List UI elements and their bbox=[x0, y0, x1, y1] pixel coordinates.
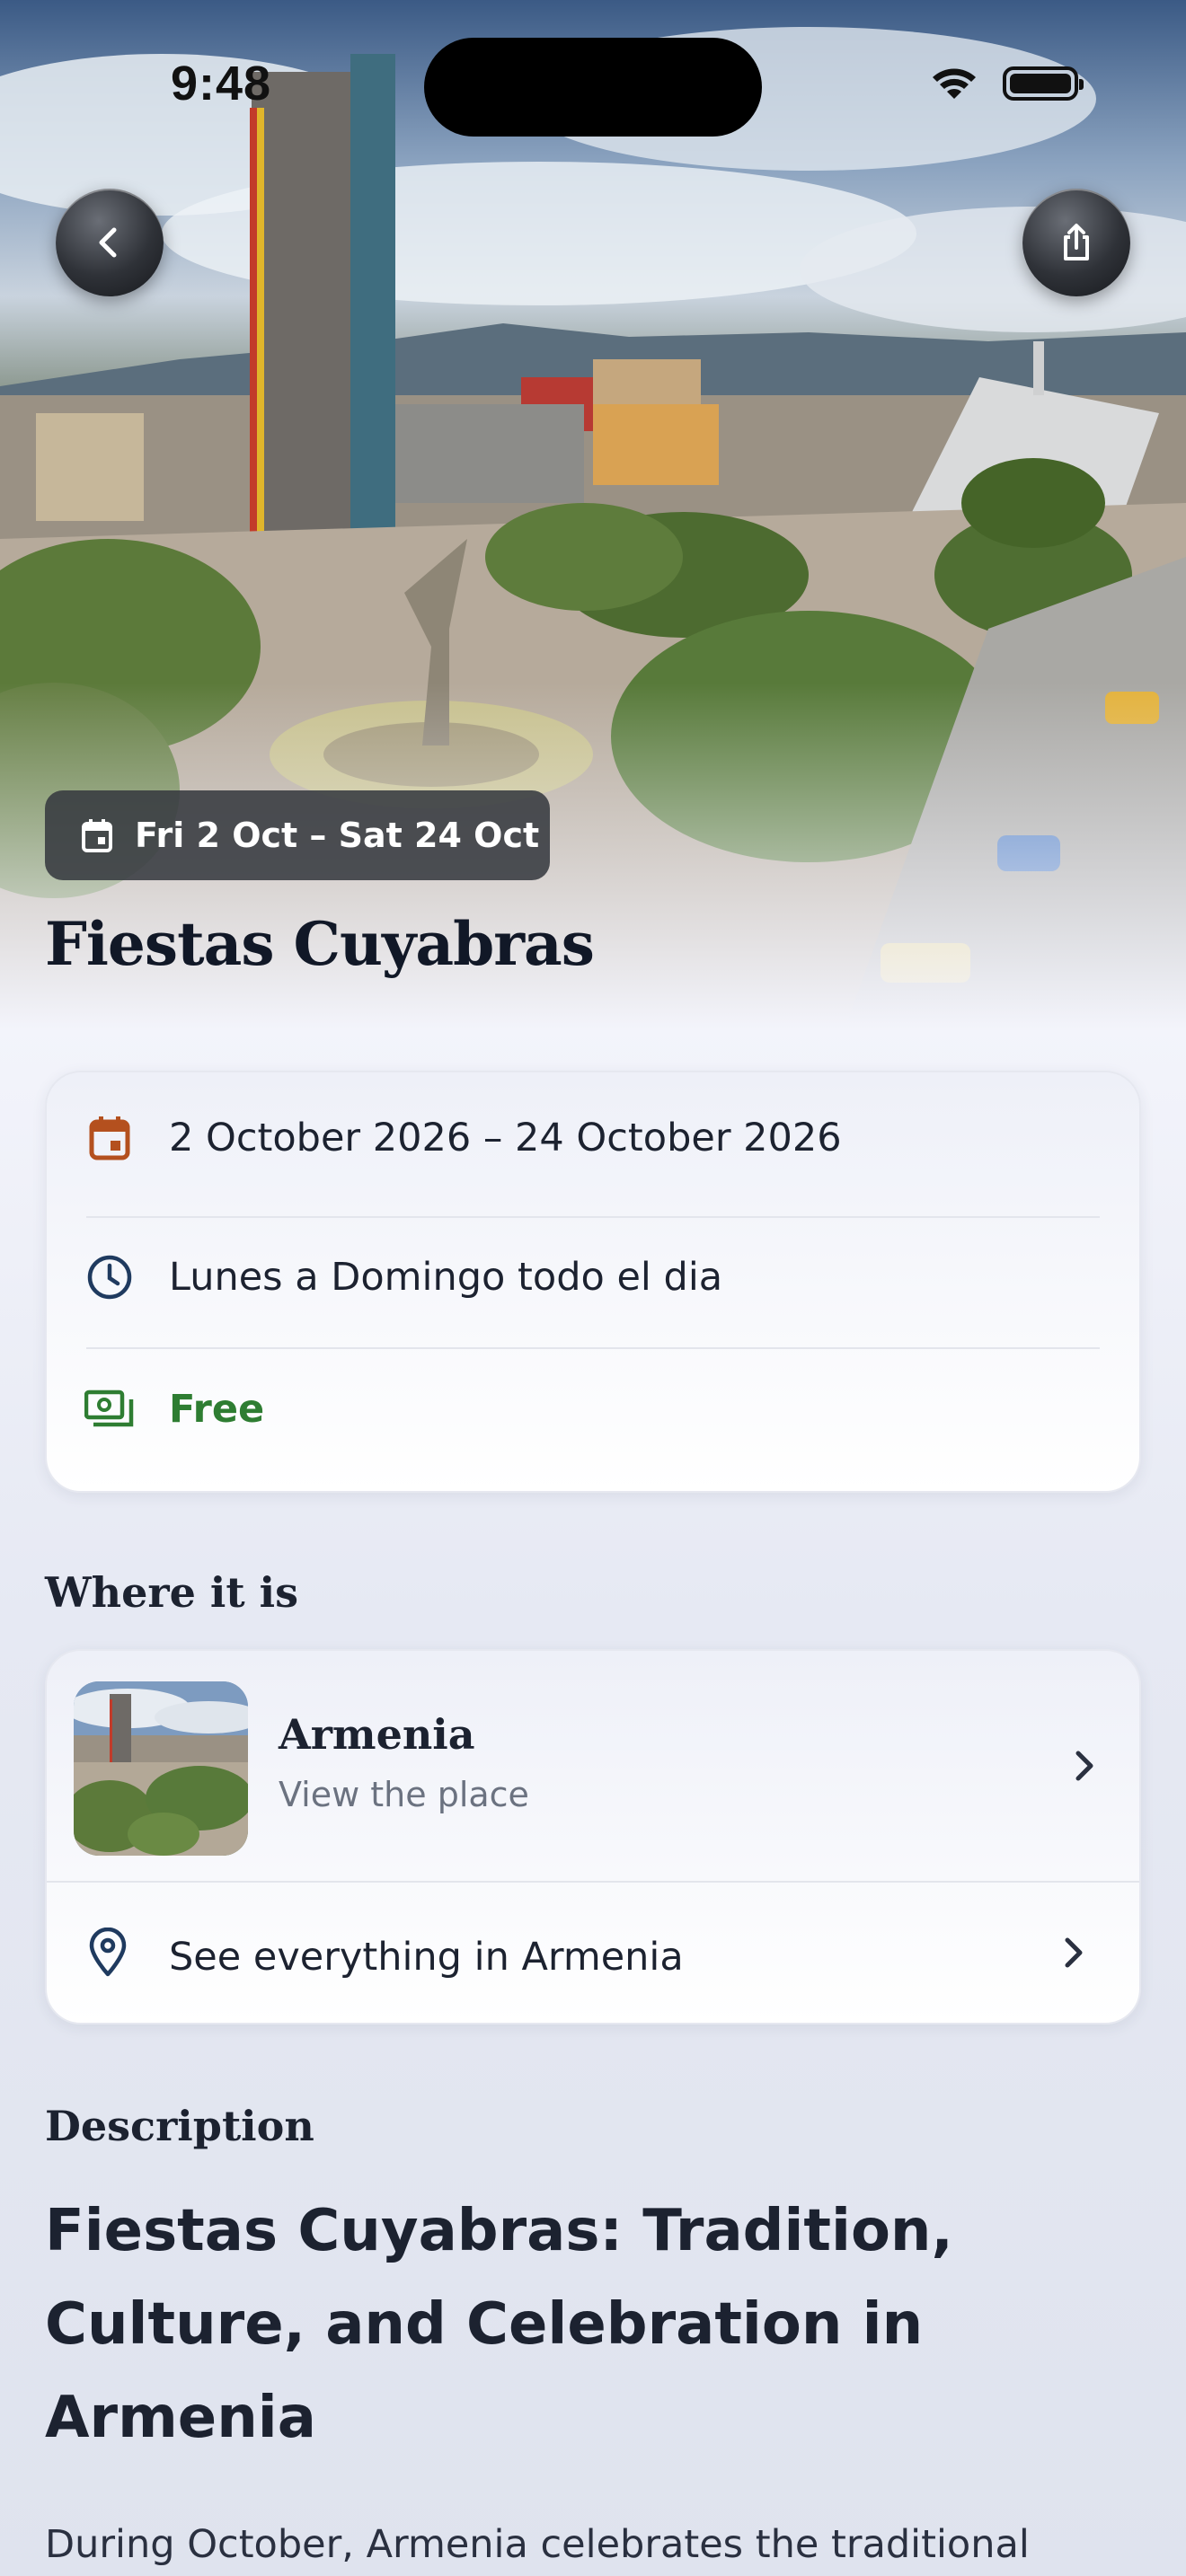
event-info-card: 2 October 2026 – 24 October 2026 Lunes a… bbox=[45, 1071, 1141, 1493]
see-all-row[interactable]: See everything in Armenia bbox=[47, 1883, 1139, 2023]
place-thumbnail bbox=[74, 1681, 248, 1856]
dates-row: 2 October 2026 – 24 October 2026 bbox=[47, 1072, 1139, 1204]
battery-icon bbox=[1003, 66, 1084, 101]
clock-icon bbox=[84, 1252, 135, 1302]
event-title: Fiestas Cuyabras bbox=[45, 909, 595, 979]
chevron-right-icon bbox=[1055, 1935, 1091, 1971]
description-body: During October, Armenia celebrates the t… bbox=[45, 2522, 1030, 2567]
share-button[interactable] bbox=[1022, 189, 1130, 296]
description-title: Fiestas Cuyabras: Tradition, Culture, an… bbox=[45, 2198, 953, 2451]
place-subtitle: View the place bbox=[279, 1775, 529, 1814]
chevron-right-icon bbox=[1066, 1748, 1102, 1784]
date-range-pill: Fri 2 Oct – Sat 24 Oct bbox=[45, 790, 550, 880]
share-icon bbox=[1064, 224, 1089, 260]
see-all-text: See everything in Armenia bbox=[169, 1935, 684, 1980]
calendar-icon bbox=[84, 1113, 135, 1163]
price-text: Free bbox=[169, 1387, 265, 1432]
place-name: Armenia bbox=[279, 1710, 475, 1759]
dates-text: 2 October 2026 – 24 October 2026 bbox=[169, 1116, 842, 1160]
chevron-left-icon bbox=[99, 227, 117, 258]
description-heading: Description bbox=[45, 2102, 314, 2150]
status-icons bbox=[929, 65, 1084, 102]
price-row: Free bbox=[47, 1344, 1139, 1475]
status-time: 9:48 bbox=[171, 57, 272, 110]
back-button[interactable] bbox=[56, 189, 164, 296]
calendar-icon bbox=[82, 819, 112, 852]
date-pill-text: Fri 2 Oct – Sat 24 Oct bbox=[135, 816, 540, 855]
location-pin-icon bbox=[88, 1927, 131, 1978]
hours-row: Lunes a Domingo todo el dia bbox=[47, 1212, 1139, 1343]
dynamic-island bbox=[424, 38, 762, 137]
place-row[interactable]: Armenia View the place bbox=[47, 1651, 1139, 1881]
place-card: Armenia View the place See everything in… bbox=[45, 1649, 1141, 2025]
hours-text: Lunes a Domingo todo el dia bbox=[169, 1255, 723, 1300]
wifi-icon bbox=[933, 68, 976, 99]
money-icon bbox=[84, 1384, 135, 1434]
where-heading: Where it is bbox=[45, 1568, 298, 1617]
